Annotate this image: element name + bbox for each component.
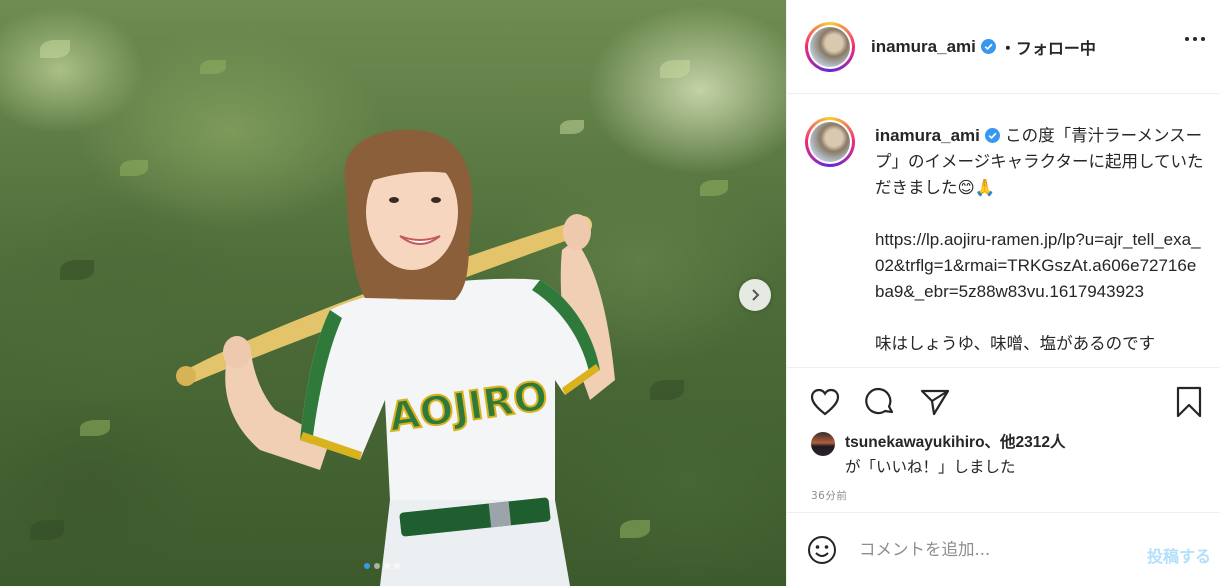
post-actions: tsunekawayukihiro、他2312人 が「いいね！」しました 36分… xyxy=(787,367,1220,511)
post-photo[interactable]: AOJIRO xyxy=(0,0,786,586)
bookmark-button[interactable] xyxy=(1171,384,1207,420)
carousel-dot xyxy=(384,563,390,569)
likes-suffix: が「いいね！」しました xyxy=(845,458,1016,476)
comment-input[interactable] xyxy=(859,540,1099,559)
comment-button[interactable] xyxy=(862,384,898,420)
likes-others[interactable]: 、他2312人 xyxy=(985,434,1066,451)
comment-icon xyxy=(865,387,894,415)
liker-name[interactable]: tsunekawayukihiro xyxy=(845,434,985,451)
bookmark-icon xyxy=(1176,386,1202,418)
follow-status[interactable]: ・フォロー中 xyxy=(1000,35,1096,59)
verified-badge-icon xyxy=(980,39,996,54)
share-icon xyxy=(920,389,950,416)
carousel-next-button[interactable] xyxy=(739,279,771,311)
carousel-dot xyxy=(374,563,380,569)
chevron-right-icon xyxy=(752,289,760,301)
post-timestamp[interactable]: 36分前 xyxy=(811,488,847,503)
more-options-icon[interactable] xyxy=(1185,37,1205,41)
caption-area: inamura_ami この度「青汁ラーメンスープ」のイメージキャラクターに起用… xyxy=(787,95,1220,367)
heart-icon xyxy=(810,388,840,416)
avatar[interactable] xyxy=(805,21,855,72)
verified-badge-icon xyxy=(984,128,1000,143)
caption-line: 味はしょうゆ、味噌、塩があるのです xyxy=(875,334,1156,353)
liker-avatar[interactable] xyxy=(811,432,835,456)
emoji-icon[interactable] xyxy=(807,535,837,565)
carousel-dot xyxy=(394,563,400,569)
post-header: inamura_ami ・フォロー中 xyxy=(787,0,1220,94)
avatar[interactable] xyxy=(805,117,855,167)
like-button[interactable] xyxy=(807,384,843,420)
comment-bar: 投稿する xyxy=(787,512,1220,586)
carousel-dot xyxy=(364,563,370,569)
carousel-indicator xyxy=(364,563,400,569)
post-side-panel: inamura_ami ・フォロー中 inamura_ami この度「青汁ラーメ… xyxy=(786,0,1220,586)
likes-summary: tsunekawayukihiro、他2312人 が「いいね！」しました xyxy=(811,430,1066,479)
caption-username[interactable]: inamura_ami xyxy=(875,126,980,145)
share-button[interactable] xyxy=(917,384,953,420)
caption-link[interactable]: https://lp.aojiru-ramen.jp/lp?u=ajr_tell… xyxy=(875,227,1205,305)
header-username[interactable]: inamura_ami xyxy=(871,37,976,57)
post-comment-button[interactable]: 投稿する xyxy=(1147,543,1211,567)
caption-text: inamura_ami この度「青汁ラーメンスープ」のイメージキャラクターに起用… xyxy=(875,123,1205,357)
player-figure: AOJIRO xyxy=(176,129,615,586)
